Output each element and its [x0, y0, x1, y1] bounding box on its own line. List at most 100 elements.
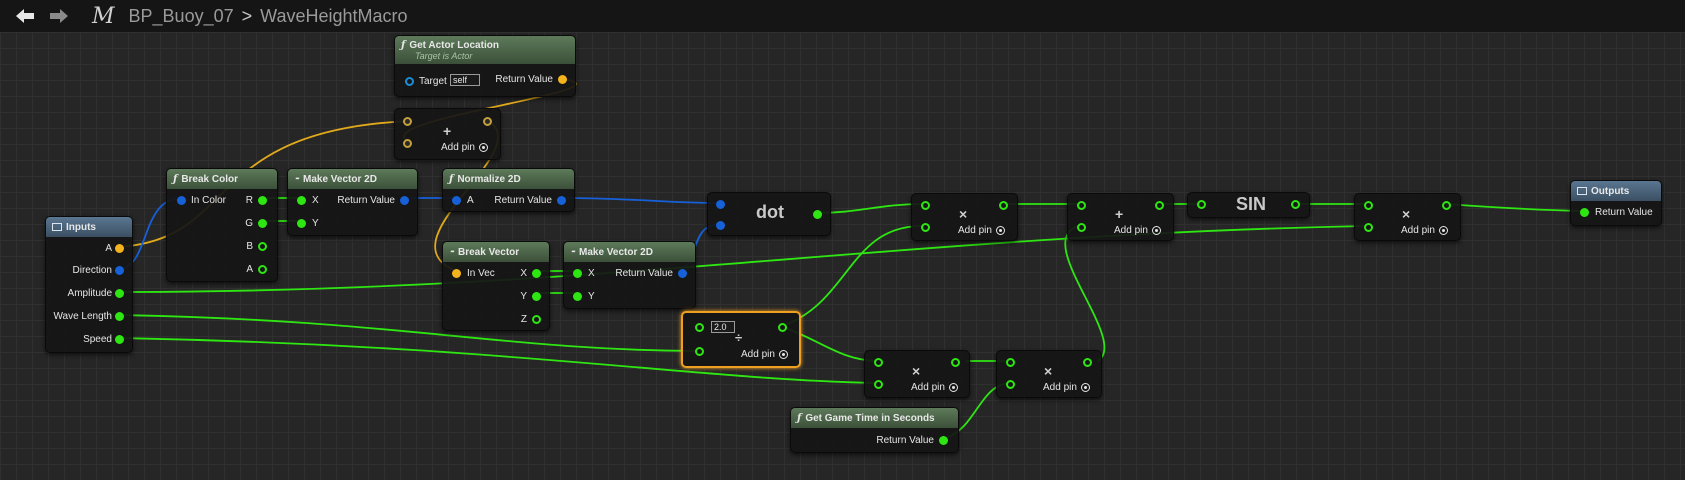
- get-actor-location-node[interactable]: ƒ Get Actor Location Target is Actor Targe…: [394, 35, 576, 97]
- pin-in-2[interactable]: [1364, 223, 1373, 232]
- pin-out[interactable]: [778, 323, 787, 332]
- pin-out[interactable]: [1083, 358, 1092, 367]
- pin-in-2[interactable]: [403, 139, 412, 148]
- multiply-node-2[interactable]: × Add pin: [864, 350, 970, 398]
- multiply-node-1[interactable]: × Add pin: [911, 193, 1018, 241]
- break-vector-node[interactable]: ⁃ Break Vector In Vec X Y Z: [442, 241, 550, 331]
- pin-x[interactable]: [297, 196, 306, 205]
- normalize2d-node[interactable]: ƒ Normalize 2D A Return Value: [442, 168, 575, 212]
- pin-label-x: X: [520, 268, 527, 279]
- multiply-symbol: ×: [1044, 363, 1053, 379]
- dot-node[interactable]: dot: [707, 192, 831, 236]
- pin-direction[interactable]: [115, 266, 124, 275]
- pin-g[interactable]: [258, 219, 267, 228]
- multiply-symbol: ×: [959, 206, 968, 222]
- pin-in-2[interactable]: [921, 223, 930, 232]
- add-node-2[interactable]: + Add pin: [1067, 193, 1174, 241]
- back-button[interactable]: [10, 3, 40, 29]
- pin-out[interactable]: [1442, 201, 1451, 210]
- pin-in-1[interactable]: [403, 117, 412, 126]
- make-icon: ⁃: [294, 173, 299, 185]
- pin-y[interactable]: [573, 292, 582, 301]
- pin-return-value[interactable]: [1580, 208, 1589, 217]
- pin-in-1[interactable]: [695, 323, 704, 332]
- make-vector2d-node-2[interactable]: ⁃ Make Vector 2D X Y Return Value: [563, 241, 696, 309]
- pin-x[interactable]: [532, 269, 541, 278]
- add-pin-button[interactable]: Add pin: [1043, 382, 1090, 393]
- add-pin-button[interactable]: Add pin: [911, 382, 958, 393]
- pin-r[interactable]: [258, 196, 267, 205]
- pin-a[interactable]: [115, 244, 124, 253]
- pin-in-2[interactable]: [1006, 380, 1015, 389]
- pin-y[interactable]: [297, 219, 306, 228]
- add-vector-node[interactable]: + Add pin: [394, 108, 501, 160]
- node-title: Make Vector 2D: [579, 246, 653, 258]
- pin-z[interactable]: [532, 315, 541, 324]
- breadcrumb-blueprint[interactable]: BP_Buoy_07: [129, 6, 234, 27]
- pin-return-value[interactable]: [558, 75, 567, 84]
- pin-x[interactable]: [573, 269, 582, 278]
- forward-button[interactable]: [44, 3, 74, 29]
- pin-label-direction: Direction: [72, 265, 112, 276]
- inputs-node[interactable]: Inputs A Direction Amplitude Wave Length…: [45, 216, 133, 353]
- pin-in-1[interactable]: [874, 358, 883, 367]
- add-pin-label: Add pin: [741, 349, 775, 360]
- pin-a[interactable]: [716, 200, 725, 209]
- pin-out[interactable]: [999, 201, 1008, 210]
- pin-a[interactable]: [452, 196, 461, 205]
- add-pin-button[interactable]: Add pin: [441, 142, 488, 153]
- add-pin-icon: [778, 350, 788, 359]
- pin-alpha[interactable]: [258, 265, 267, 274]
- pin-return-value[interactable]: [400, 196, 409, 205]
- pin-speed[interactable]: [115, 335, 124, 344]
- pin-y[interactable]: [532, 292, 541, 301]
- pin-in-1[interactable]: [1364, 201, 1373, 210]
- sin-node[interactable]: SIN: [1187, 192, 1310, 218]
- target-value-field[interactable]: self: [450, 74, 480, 86]
- pin-b[interactable]: [258, 242, 267, 251]
- pin-target[interactable]: [405, 77, 414, 86]
- add-pin-label: Add pin: [1401, 225, 1435, 236]
- node-title: Make Vector 2D: [303, 173, 377, 185]
- pin-label-alpha: A: [246, 264, 253, 275]
- add-pin-button[interactable]: Add pin: [1114, 225, 1161, 236]
- pin-in-1[interactable]: [1077, 201, 1086, 210]
- break-color-node[interactable]: ƒ Break Color In Color R G B A: [166, 168, 278, 282]
- pin-in-1[interactable]: [1006, 358, 1015, 367]
- pin-in-2[interactable]: [695, 347, 704, 356]
- pin-label-return: Return Value: [876, 435, 934, 446]
- pin-out[interactable]: [1155, 201, 1164, 210]
- multiply-node-final[interactable]: × Add pin: [1354, 193, 1461, 241]
- pin-return-value[interactable]: [939, 436, 948, 445]
- add-pin-button[interactable]: Add pin: [1401, 225, 1448, 236]
- divide-node[interactable]: 2.0 ÷ Add pin: [681, 311, 801, 368]
- pin-return-value[interactable]: [678, 269, 687, 278]
- pin-wave-length[interactable]: [115, 312, 124, 321]
- pin-out[interactable]: [483, 117, 492, 126]
- make-vector2d-node-1[interactable]: ⁃ Make Vector 2D X Y Return Value: [287, 168, 418, 236]
- add-pin-button[interactable]: Add pin: [958, 225, 1005, 236]
- outputs-node[interactable]: Outputs Return Value: [1570, 180, 1662, 226]
- pin-in-1[interactable]: [921, 201, 930, 210]
- pin-b[interactable]: [716, 221, 725, 230]
- get-game-time-node[interactable]: ƒ Get Game Time in Seconds Return Value: [790, 407, 959, 453]
- pin-label-z: Z: [520, 314, 527, 325]
- node-title: Outputs: [1591, 185, 1630, 197]
- pin-in[interactable]: [1197, 200, 1206, 209]
- node-title: Normalize 2D: [457, 173, 521, 185]
- pin-label-r: R: [245, 195, 253, 206]
- pin-in-color[interactable]: [177, 196, 186, 205]
- divisor-value-field[interactable]: 2.0: [711, 321, 735, 333]
- pin-return-value[interactable]: [557, 196, 566, 205]
- pin-amplitude[interactable]: [115, 289, 124, 298]
- pin-out[interactable]: [1291, 200, 1300, 209]
- multiply-node-3[interactable]: × Add pin: [996, 350, 1102, 398]
- pin-in-2[interactable]: [874, 380, 883, 389]
- pin-label-return: Return Value: [615, 268, 673, 279]
- pin-return-value[interactable]: [813, 210, 822, 219]
- pin-label-return: Return Value: [337, 195, 395, 206]
- pin-in-2[interactable]: [1077, 223, 1086, 232]
- pin-out[interactable]: [951, 358, 960, 367]
- add-pin-button[interactable]: Add pin: [741, 349, 788, 360]
- pin-in-vec[interactable]: [452, 269, 461, 278]
